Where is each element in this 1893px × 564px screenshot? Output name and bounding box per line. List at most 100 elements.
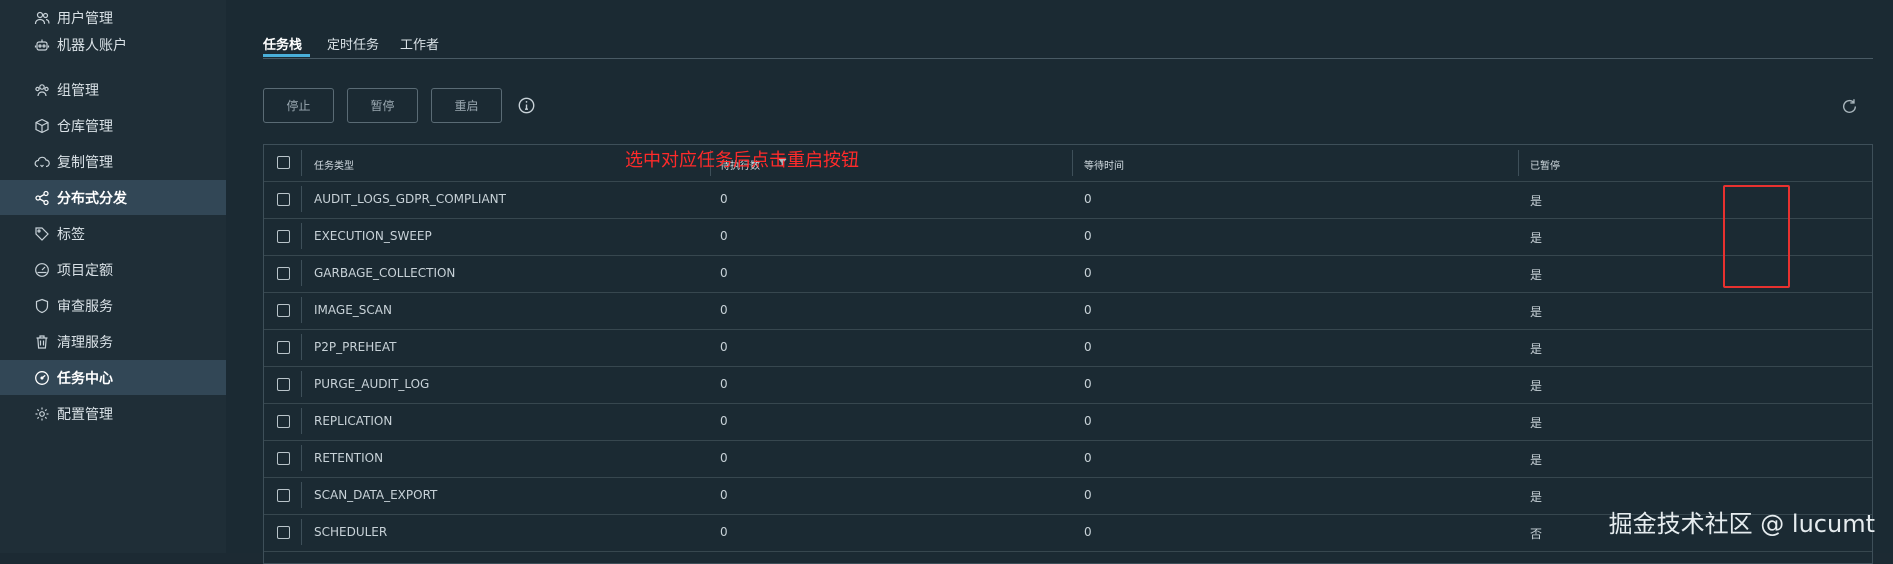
sidebar-item-job-service-dashboard[interactable]: 任务中心 <box>0 360 226 395</box>
sidebar-item-project-quotas[interactable]: 项目定额 <box>0 252 226 287</box>
tab-bar: 任务栈 定时任务 工作者 <box>263 32 1873 59</box>
cell-pending-count: 0 <box>720 303 728 317</box>
row-checkbox[interactable] <box>277 378 290 391</box>
column-separator <box>301 186 302 212</box>
table-row[interactable]: AUDIT_LOGS_GDPR_COMPLIANT 0 0 是 <box>264 181 1872 219</box>
row-checkbox[interactable] <box>277 341 290 354</box>
row-checkbox[interactable] <box>277 452 290 465</box>
cell-wait-time: 0 <box>1084 303 1092 317</box>
users-icon <box>34 10 50 26</box>
sidebar-item-label: 复制管理 <box>57 154 113 171</box>
table-row[interactable]: GARBAGE_COLLECTION 0 0 是 <box>264 255 1872 293</box>
table-row[interactable]: PURGE_AUDIT_LOG 0 0 是 <box>264 366 1872 404</box>
sidebar-item-label: 审查服务 <box>57 298 113 315</box>
table-row[interactable]: RETENTION 0 0 是 <box>264 440 1872 478</box>
cell-job-type: P2P_PREHEAT <box>314 340 397 354</box>
row-checkbox[interactable] <box>277 267 290 280</box>
column-separator <box>301 260 302 286</box>
info-icon[interactable] <box>518 97 535 114</box>
row-checkbox[interactable] <box>277 230 290 243</box>
cell-job-type: SCHEDULER <box>314 525 388 539</box>
sidebar-item-label: 项目定额 <box>57 262 113 279</box>
cell-pending-count: 0 <box>720 488 728 502</box>
row-checkbox[interactable] <box>277 415 290 428</box>
row-checkbox[interactable] <box>277 193 290 206</box>
sidebar-item-label: 组管理 <box>57 82 99 99</box>
annotation-highlight-box <box>1723 185 1790 288</box>
tab-workers[interactable]: 工作者 <box>400 34 439 53</box>
cell-job-type: RETENTION <box>314 451 384 465</box>
sidebar-item-distributions[interactable]: 分布式分发 <box>0 180 226 215</box>
cell-pending-count: 0 <box>720 266 728 280</box>
cell-job-type: GARBAGE_COLLECTION <box>314 266 456 280</box>
table-row[interactable]: IMAGE_SCAN 0 0 是 <box>264 292 1872 330</box>
cell-pending-count: 0 <box>720 340 728 354</box>
stop-button[interactable]: 停止 <box>263 88 334 123</box>
sidebar-item-label: 机器人账户 <box>57 37 127 54</box>
column-separator <box>301 334 302 360</box>
column-separator <box>301 519 302 545</box>
table-header-row: 任务类型 待执行数 等待时间 已暂停 <box>264 145 1872 182</box>
sidebar-item-replications[interactable]: 复制管理 <box>0 144 226 179</box>
cell-pending-count: 0 <box>720 377 728 391</box>
robot-icon <box>34 37 50 53</box>
tab-job-queues[interactable]: 任务栈 <box>263 34 302 53</box>
table-row[interactable]: EXECUTION_SWEEP 0 0 是 <box>264 218 1872 256</box>
gauge-icon <box>34 262 50 278</box>
row-checkbox[interactable] <box>277 304 290 317</box>
sidebar-item-labels[interactable]: 标签 <box>0 216 226 251</box>
column-separator <box>1518 150 1519 176</box>
cell-paused: 是 <box>1530 305 1543 319</box>
cell-wait-time: 0 <box>1084 192 1092 206</box>
cell-job-type: IMAGE_SCAN <box>314 303 392 317</box>
row-checkbox[interactable] <box>277 526 290 539</box>
refresh-icon[interactable] <box>1841 98 1858 115</box>
row-checkbox[interactable] <box>277 489 290 502</box>
sidebar-item-label: 标签 <box>57 226 85 243</box>
header-job-type[interactable]: 任务类型 <box>314 157 354 172</box>
cell-pending-count: 0 <box>720 451 728 465</box>
header-paused[interactable]: 已暂停 <box>1530 157 1560 172</box>
cell-job-type: REPLICATION <box>314 414 393 428</box>
cell-paused: 是 <box>1530 453 1543 467</box>
sidebar-item-interrogation-services[interactable]: 审查服务 <box>0 288 226 323</box>
sidebar-item-label: 配置管理 <box>57 406 113 423</box>
cell-paused: 是 <box>1530 416 1543 430</box>
pause-button[interactable]: 暂停 <box>347 88 418 123</box>
sidebar-item-label: 分布式分发 <box>57 190 127 207</box>
sidebar-item-groups[interactable]: 组管理 <box>0 72 226 107</box>
cell-job-type: EXECUTION_SWEEP <box>314 229 432 243</box>
column-separator <box>301 371 302 397</box>
cell-job-type: SCAN_DATA_EXPORT <box>314 488 438 502</box>
cell-paused: 是 <box>1530 194 1543 208</box>
tag-icon <box>34 226 50 242</box>
column-separator <box>301 297 302 323</box>
cell-job-type: PURGE_AUDIT_LOG <box>314 377 430 391</box>
cloud-sync-icon <box>34 154 50 170</box>
table-row[interactable]: REPLICATION 0 0 是 <box>264 403 1872 441</box>
job-queue-table: 任务类型 待执行数 等待时间 已暂停 AUDIT_LOGS_GDPR_COMPL… <box>263 144 1873 564</box>
select-all-checkbox[interactable] <box>277 156 290 169</box>
cell-pending-count: 0 <box>720 229 728 243</box>
cell-wait-time: 0 <box>1084 414 1092 428</box>
restart-button[interactable]: 重启 <box>431 88 502 123</box>
table-row[interactable]: P2P_PREHEAT 0 0 是 <box>264 329 1872 367</box>
header-wait-time[interactable]: 等待时间 <box>1084 157 1124 172</box>
cell-pending-count: 0 <box>720 414 728 428</box>
sidebar-item-configuration[interactable]: 配置管理 <box>0 396 226 431</box>
cell-job-type: AUDIT_LOGS_GDPR_COMPLIANT <box>314 192 506 206</box>
cell-wait-time: 0 <box>1084 525 1092 539</box>
cell-paused: 是 <box>1530 490 1543 504</box>
column-separator <box>301 150 302 176</box>
cell-paused: 是 <box>1530 268 1543 282</box>
tab-schedules[interactable]: 定时任务 <box>327 34 379 53</box>
sidebar-item-robot-accounts[interactable]: 机器人账户 <box>0 27 226 62</box>
watermark: 掘金技术社区 @ lucumt <box>1608 510 1875 538</box>
sidebar-item-clean-up[interactable]: 清理服务 <box>0 324 226 359</box>
cell-paused: 是 <box>1530 379 1543 393</box>
column-separator <box>301 482 302 508</box>
column-separator <box>1072 150 1073 176</box>
sidebar-item-repositories[interactable]: 仓库管理 <box>0 108 226 143</box>
cell-wait-time: 0 <box>1084 488 1092 502</box>
group-icon <box>34 82 50 98</box>
